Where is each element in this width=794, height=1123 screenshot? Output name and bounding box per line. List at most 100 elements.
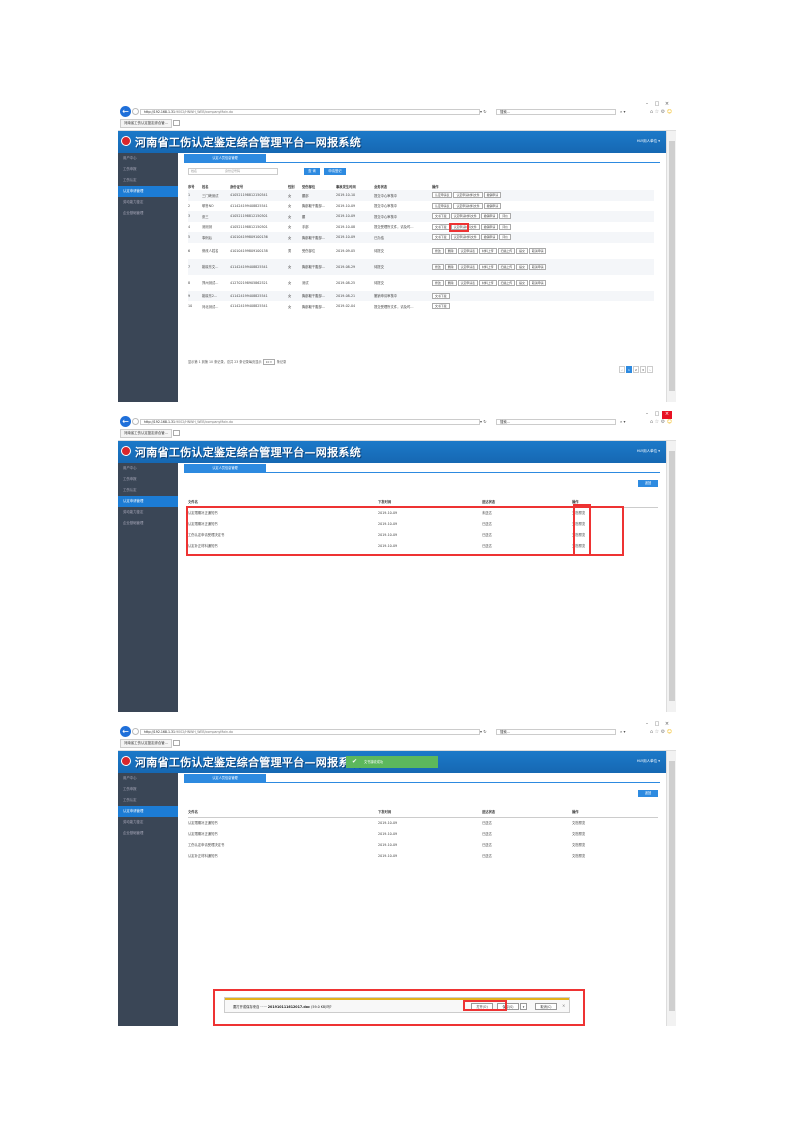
row-op-button[interactable]: 撤销申请 [483, 202, 502, 209]
row-op-button[interactable]: 评价 [499, 223, 512, 230]
doc-preview-link[interactable]: 文档预览 [572, 828, 658, 839]
row-op-button[interactable]: 删除 [444, 279, 457, 286]
row-op-button[interactable]: 认定申请表 [457, 279, 479, 286]
row-op-button[interactable]: 认定申请表 [457, 247, 479, 254]
sidebar-item-apply-manage[interactable]: 认定申请管理 [118, 186, 178, 197]
register-button[interactable]: 申请登记 [324, 168, 346, 175]
doc-preview-link[interactable]: 文档预览 [572, 850, 658, 861]
minimize-button[interactable]: – [642, 721, 652, 729]
row-op-button[interactable]: 文书下载 [432, 213, 450, 220]
row-op-button[interactable]: 认定申请材料文件 [450, 234, 480, 241]
row-op-button[interactable]: 认定申请表 [432, 192, 453, 199]
row-op-button[interactable]: 评价 [499, 213, 512, 220]
row-op-button[interactable]: 文书下载 [432, 223, 450, 230]
sidebar-item-ability-appraisal[interactable]: 劳动能力鉴定 [118, 507, 178, 518]
row-op-button[interactable]: 扫描上传 [497, 247, 516, 254]
doc-preview-link[interactable]: 文档预览 [572, 529, 658, 540]
scrollbar-thumb[interactable] [669, 141, 675, 391]
search-icon[interactable]: ⌕ ▾ [620, 109, 626, 114]
row-op-button[interactable]: 文书下载 [432, 292, 450, 299]
star-icon[interactable]: ☆ [655, 419, 659, 425]
smiley-icon[interactable]: ☺ [667, 729, 672, 735]
page-scrollbar[interactable] [666, 131, 676, 402]
row-op-button[interactable]: 撤销申请 [480, 213, 499, 220]
star-icon[interactable]: ☆ [655, 109, 659, 115]
row-op-button[interactable]: 撤销申请 [483, 192, 502, 199]
doc-preview-link[interactable]: 文档预览 [572, 518, 658, 529]
row-op-button[interactable]: 材料上传 [479, 247, 497, 254]
sidebar-item-injury-identify[interactable]: 工伤认定 [118, 175, 178, 186]
row-op-button[interactable]: 认定申请材料文件 [453, 202, 483, 209]
prev-page-button[interactable]: ‹ [619, 366, 625, 373]
close-window-button[interactable]: × [662, 721, 672, 729]
row-op-button[interactable]: 修改 [432, 263, 444, 270]
row-op-button[interactable]: 修改 [432, 247, 444, 254]
address-bar[interactable]: http://192.168.1.31:9002/HNWH_WEB/compan… [140, 729, 480, 735]
user-menu[interactable]: HLY用人单位 ▾ [637, 449, 660, 454]
home-icon[interactable]: ⌂ [650, 109, 653, 115]
browser-tab[interactable]: 河南省工伤认定鉴定综合管… [120, 739, 173, 748]
sidebar-item-company-manage[interactable]: 企业基础管理 [118, 208, 178, 219]
row-op-button[interactable]: 认定申请材料文件 [453, 192, 483, 199]
user-menu[interactable]: HLY用人单位 ▾ [637, 759, 660, 764]
row-op-button[interactable]: 文书下载 [432, 303, 450, 310]
address-bar[interactable]: http://192.168.1.31:9002/HNWH_WEB/compan… [140, 109, 480, 115]
maximize-button[interactable]: □ [652, 721, 662, 729]
sidebar-item-injury-identify[interactable]: 工伤认定 [118, 485, 178, 496]
sidebar-item-apply-manage[interactable]: 认定申请管理 [118, 806, 178, 817]
open-file-button[interactable]: 打开(O) [471, 1003, 493, 1010]
forward-icon[interactable] [132, 108, 139, 115]
browser-search-input[interactable]: 搜索... [496, 729, 616, 735]
save-file-button[interactable]: 保存(S) [497, 1003, 519, 1010]
next-page-button[interactable]: › [647, 366, 653, 373]
sidebar-item-company-manage[interactable]: 企业基础管理 [118, 518, 178, 529]
row-op-button[interactable]: 删除 [444, 263, 457, 270]
doc-preview-link[interactable]: 文档预览 [572, 507, 658, 518]
maximize-button[interactable]: □ [652, 101, 662, 109]
gear-icon[interactable]: ⚙ [661, 109, 665, 115]
sidebar-item-apply-manage[interactable]: 认定申请管理 [118, 496, 178, 507]
sidebar-item-ability-appraisal[interactable]: 劳动能力鉴定 [118, 197, 178, 208]
row-op-button[interactable]: 取消申请 [528, 247, 547, 254]
close-window-button[interactable]: × [662, 411, 672, 419]
row-op-button[interactable]: 评价 [499, 234, 512, 241]
row-op-button[interactable]: 文书下载 [432, 234, 450, 241]
scrollbar-thumb[interactable] [669, 761, 675, 1011]
sidebar-item-company-manage[interactable]: 企业基础管理 [118, 828, 178, 839]
cancel-download-button[interactable]: 取消(C) [535, 1003, 557, 1010]
back-icon[interactable]: ← [120, 106, 131, 117]
back-icon[interactable]: ← [120, 726, 131, 737]
sidebar-item-injury-report[interactable]: 工伤申报 [118, 784, 178, 795]
page-scrollbar[interactable] [666, 751, 676, 1026]
sidebar-item-user-center[interactable]: 用户中心 [118, 773, 178, 784]
return-button[interactable]: 返回 [638, 480, 658, 487]
search-icon[interactable]: ⌕ ▾ [620, 729, 626, 734]
sidebar-item-user-center[interactable]: 用户中心 [118, 463, 178, 474]
return-button[interactable]: 返回 [638, 790, 658, 797]
page-2-button[interactable]: 2 [633, 366, 639, 373]
row-op-button[interactable]: 材料上传 [479, 279, 497, 286]
page-3-button[interactable]: 3 [640, 366, 646, 373]
back-icon[interactable]: ← [120, 416, 131, 427]
forward-icon[interactable] [132, 728, 139, 735]
row-op-button[interactable]: 认定申请表 [432, 202, 453, 209]
row-op-button[interactable]: 取消申请 [528, 263, 547, 270]
refresh-icon[interactable]: ▾ ↻ [480, 419, 487, 424]
scrollbar-thumb[interactable] [669, 451, 675, 701]
row-op-button[interactable]: 删除 [444, 247, 457, 254]
home-icon[interactable]: ⌂ [650, 729, 653, 735]
sidebar-item-user-center[interactable]: 用户中心 [118, 153, 178, 164]
doc-preview-link[interactable]: 文档预览 [572, 839, 658, 850]
tab-person-manage[interactable]: 认定人员信息管理 [184, 154, 266, 162]
sidebar-item-injury-report[interactable]: 工伤申报 [118, 474, 178, 485]
minimize-button[interactable]: – [642, 411, 652, 419]
tab-person-manage[interactable]: 认定人员信息管理 [184, 774, 266, 782]
query-button[interactable]: 查 询 [304, 168, 320, 175]
smiley-icon[interactable]: ☺ [667, 419, 672, 425]
gear-icon[interactable]: ⚙ [661, 419, 665, 425]
minimize-button[interactable]: – [642, 101, 652, 109]
row-op-button[interactable]: 提交 [516, 263, 528, 270]
row-op-button[interactable]: 扫描上传 [497, 279, 516, 286]
row-op-button[interactable]: 认定申请表 [457, 263, 479, 270]
row-op-button[interactable]: 取消申请 [528, 279, 547, 286]
